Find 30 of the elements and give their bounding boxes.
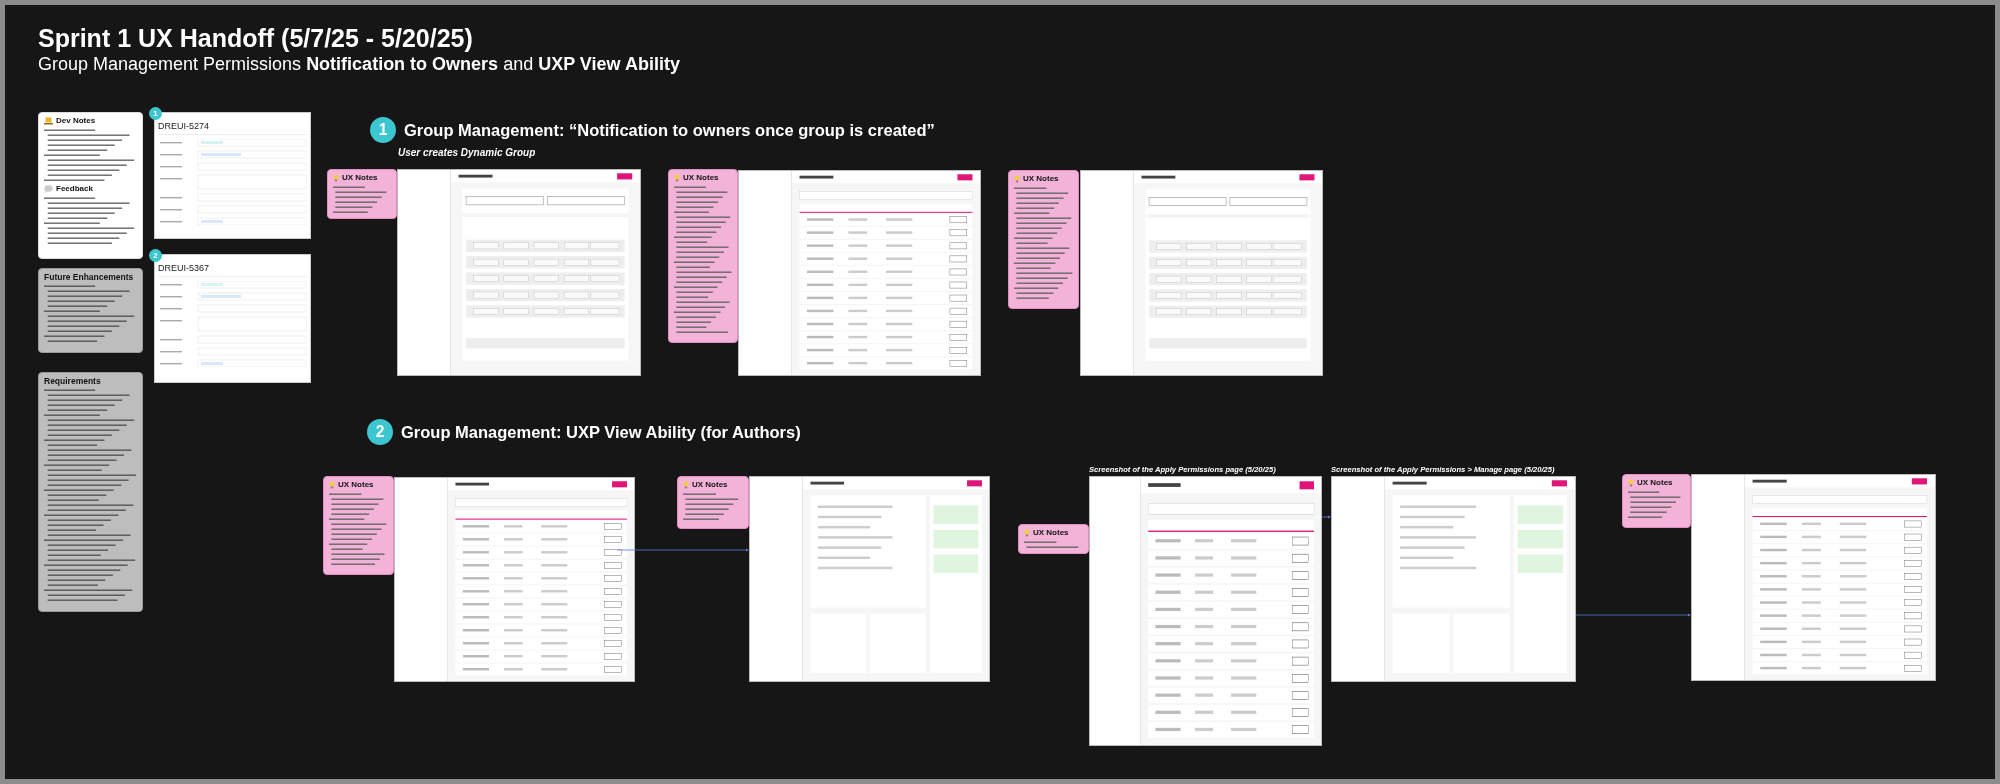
connector-line: [1322, 515, 1331, 519]
section-subtitle: User creates Dynamic Group: [398, 147, 536, 158]
section-title: Group Management: “Notification to owners once group is created”: [404, 120, 935, 140]
section-title: Group Management: UXP View Ability (for Authors): [401, 422, 801, 442]
card-title: UX Notes: [1033, 529, 1069, 538]
card-title: UX Notes: [338, 481, 374, 490]
lightbulb-icon: [1628, 479, 1634, 488]
lightbulb-icon: [1024, 529, 1030, 538]
card-title: UX Notes: [683, 174, 719, 183]
lightbulb-icon: [329, 481, 335, 490]
laptop-icon: [44, 117, 53, 126]
card-title: Requirements: [44, 377, 101, 387]
board-subtitle: Group Management Permissions Notification to Owners and UXP View Ability: [38, 53, 680, 76]
board-title: Sprint 1 UX Handoff (5/7/25 - 5/20/25): [38, 23, 474, 53]
speech-bubble-icon: [44, 185, 53, 194]
lightbulb-icon: [333, 174, 339, 183]
card-title: UX Notes: [1023, 175, 1059, 184]
ticket-id: DREUI-5274: [158, 121, 307, 135]
card-title: UX Notes: [1637, 479, 1673, 488]
card-title: UX Notes: [342, 174, 378, 183]
step-badge: 2: [367, 419, 393, 445]
card-title: Future Enhancements: [44, 273, 134, 283]
card-title: Dev Notes: [56, 117, 96, 126]
ticket-id: DREUI-5367: [158, 263, 307, 277]
lightbulb-icon: [674, 174, 680, 183]
lightbulb-icon: [683, 481, 689, 490]
card-title: Feedback: [56, 184, 93, 194]
card-title: UX Notes: [692, 481, 728, 490]
lightbulb-icon: [1014, 175, 1020, 184]
step-badge: 1: [370, 117, 396, 143]
